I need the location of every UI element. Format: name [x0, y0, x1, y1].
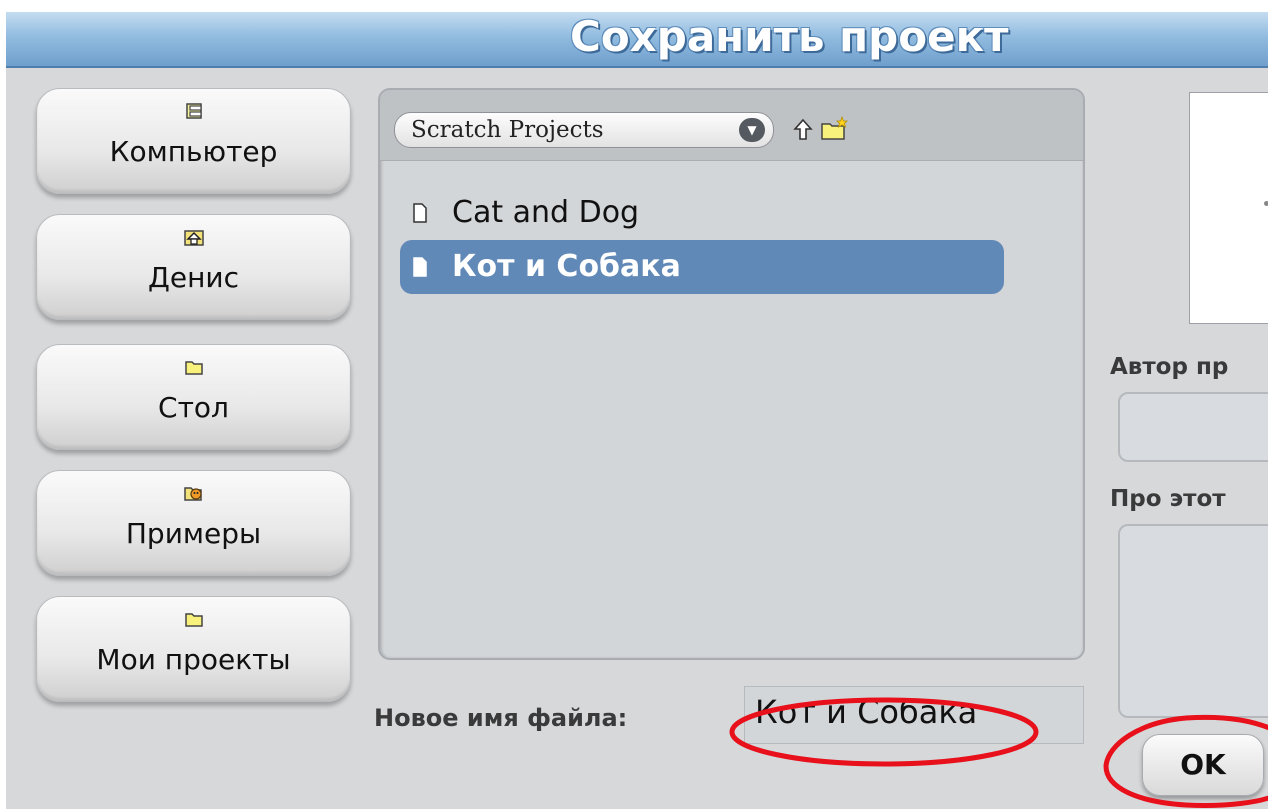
- new-folder-icon[interactable]: [820, 115, 848, 142]
- location-my-projects-button[interactable]: Мои проекты: [36, 596, 351, 702]
- filename-input-value: Кот и Собака: [755, 693, 978, 731]
- file-icon: [412, 257, 428, 277]
- save-project-dialog: Сохранить проект Компьютер Денис Стол Пр…: [6, 12, 1268, 809]
- dialog-title-bar: Сохранить проект: [6, 12, 1268, 68]
- browser-toolbar: Scratch Projects ▼: [380, 90, 1083, 161]
- scratch-cat-icon: [37, 481, 350, 505]
- about-project-textarea[interactable]: [1118, 524, 1268, 718]
- project-thumbnail: [1189, 92, 1268, 324]
- author-input[interactable]: [1118, 392, 1268, 462]
- dialog-title: Сохранить проект: [570, 12, 1009, 61]
- thumbnail-sprite: [1264, 201, 1268, 206]
- folder-icon: [37, 607, 350, 631]
- filename-input[interactable]: Кот и Собака: [744, 686, 1084, 744]
- location-examples-label: Примеры: [125, 517, 262, 550]
- file-icon: [412, 203, 428, 223]
- location-my-projects-label: Мои проекты: [96, 643, 291, 676]
- location-home-button[interactable]: Денис: [36, 214, 351, 320]
- ok-button[interactable]: OK: [1142, 734, 1264, 796]
- location-computer-label: Компьютер: [109, 135, 278, 168]
- new-filename-label: Новое имя файла:: [374, 704, 628, 732]
- folder-dropdown[interactable]: Scratch Projects ▼: [394, 112, 774, 148]
- chevron-down-icon[interactable]: ▼: [739, 118, 765, 142]
- file-name: Cat and Dog: [452, 195, 640, 230]
- location-home-label: Денис: [148, 261, 239, 294]
- folder-icon: [37, 355, 350, 379]
- author-label: Автор пр: [1110, 354, 1229, 380]
- about-project-label: Про этот: [1110, 486, 1226, 512]
- folder-dropdown-value: Scratch Projects: [411, 117, 604, 143]
- file-browser: Scratch Projects ▼ Cat and Dog Кот и Соб…: [378, 88, 1085, 660]
- location-computer-button[interactable]: Компьютер: [36, 88, 351, 194]
- computer-icon: [37, 99, 350, 123]
- location-desktop-button[interactable]: Стол: [36, 344, 351, 450]
- location-examples-button[interactable]: Примеры: [36, 470, 351, 576]
- home-icon: [37, 225, 350, 249]
- file-name: Кот и Собака: [452, 249, 681, 284]
- folder-up-icon[interactable]: [792, 118, 814, 142]
- file-list-item-selected[interactable]: Кот и Собака: [400, 240, 1004, 294]
- file-list-item[interactable]: Cat and Dog: [400, 186, 1004, 240]
- location-desktop-label: Стол: [158, 391, 229, 424]
